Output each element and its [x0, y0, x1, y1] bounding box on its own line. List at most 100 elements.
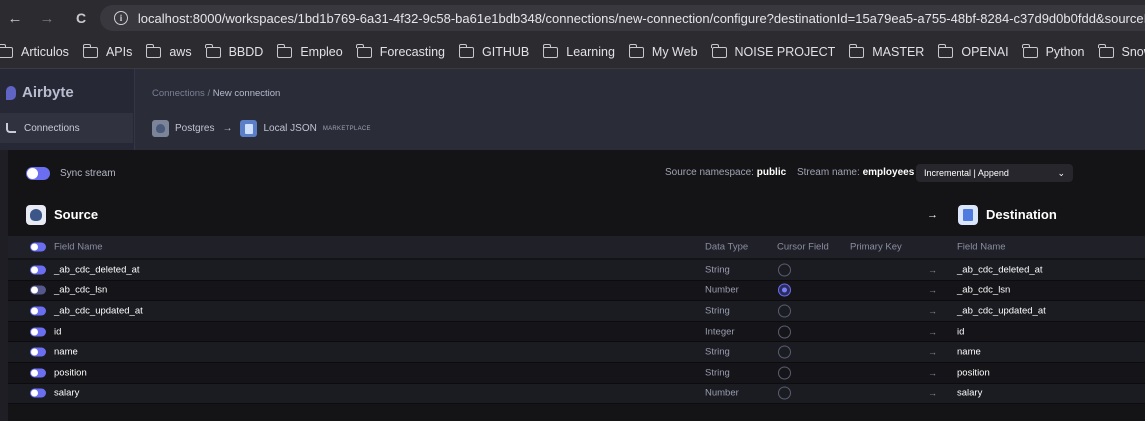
sidebar-item-connections[interactable]: Connections [0, 113, 133, 143]
sync-mode-select[interactable]: Incremental | Append ⌄ [916, 164, 1073, 182]
bookmark-folder[interactable]: Python [1022, 43, 1085, 59]
marketplace-badge: MARKETPLACE [322, 125, 371, 132]
select-all-fields-toggle[interactable] [30, 242, 46, 252]
field-sync-toggle[interactable] [30, 306, 46, 316]
bookmark-label: OPENAI [961, 45, 1009, 59]
field-sync-toggle[interactable] [30, 265, 46, 275]
table-row: id Integer → id [8, 321, 1145, 343]
postgres-icon [26, 205, 46, 225]
bookmark-folder[interactable]: My Web [628, 43, 698, 59]
bookmark-folder[interactable]: OPENAI [938, 43, 1009, 59]
field-sync-toggle[interactable] [30, 285, 46, 295]
folder-icon [82, 43, 98, 58]
cursor-field-radio[interactable] [778, 304, 791, 318]
field-sync-toggle[interactable] [30, 368, 46, 378]
arrow-right-icon: → [928, 388, 937, 399]
bookmark-folder[interactable]: BBDD [205, 43, 264, 59]
destination-heading: Destination [986, 207, 1057, 222]
arrow-right-icon: → [928, 326, 937, 337]
sync-stream-row: Sync stream Source namespace: public Str… [8, 160, 1145, 186]
sync-mode-value: Incremental | Append [924, 168, 1009, 178]
bookmark-label: BBDD [228, 45, 264, 59]
field-data-type: Number [705, 284, 739, 296]
connections-icon [6, 123, 16, 133]
reload-icon[interactable]: C [70, 7, 92, 29]
bookmark-folder[interactable]: Forecasting [356, 43, 446, 59]
sync-stream-toggle[interactable] [26, 166, 50, 180]
site-info-icon[interactable]: i [114, 11, 128, 25]
field-data-type: String [705, 264, 730, 276]
bookmark-folder[interactable]: Articulos [0, 43, 69, 59]
folder-icon [0, 43, 13, 58]
stream-name-value: employees [862, 167, 915, 178]
arrow-right-icon: → [928, 285, 937, 296]
bookmarks-bar: Articulos APIs aws BBDD Empleo Forecasti… [0, 36, 1145, 69]
bookmark-folder[interactable]: MASTER [848, 43, 925, 59]
source-destination-header: Source → Destination [8, 200, 1145, 230]
cursor-field-radio[interactable] [778, 386, 791, 400]
dest-field-name: position [957, 367, 990, 379]
source-heading: Source [54, 207, 99, 222]
cursor-field-radio[interactable] [778, 366, 791, 380]
bookmark-label: Python [1045, 45, 1085, 59]
local-json-icon [240, 120, 258, 137]
field-name: _ab_cdc_lsn [54, 284, 108, 296]
arrow-right-icon: → [222, 123, 233, 134]
bookmark-folder[interactable]: aws [146, 43, 192, 59]
brand-name: Airbyte [22, 84, 74, 101]
address-bar[interactable]: i localhost:8000/workspaces/1bd1b769-6a3… [100, 5, 1145, 31]
field-data-type: String [705, 367, 730, 379]
bookmark-folder[interactable]: GITHUB [458, 43, 530, 59]
folder-icon [356, 43, 372, 58]
bookmark-label: NOISE PROJECT [734, 45, 836, 59]
arrow-right-icon: → [927, 209, 938, 221]
field-sync-toggle[interactable] [30, 347, 46, 357]
source-name: Postgres [175, 123, 215, 134]
field-data-type: Integer [705, 326, 735, 338]
bookmark-folder[interactable]: APIs [82, 43, 132, 59]
bookmark-label: Forecasting [379, 45, 446, 59]
field-list: _ab_cdc_deleted_at String → _ab_cdc_dele… [8, 260, 1145, 405]
dest-field-name: _ab_cdc_updated_at [957, 305, 1046, 317]
field-data-type: String [705, 346, 730, 358]
destination-name: Local JSON [263, 123, 317, 134]
bookmark-label: Articulos [21, 45, 69, 59]
table-row: name String → name [8, 342, 1145, 363]
stream-meta: Source namespace: public Stream name: em… [665, 167, 914, 178]
url-text[interactable]: localhost:8000/workspaces/1bd1b769-6a31-… [138, 11, 1145, 26]
column-cursor-field: Cursor Field [777, 241, 829, 253]
bookmark-folder[interactable]: Learning [542, 43, 615, 59]
field-name: _ab_cdc_updated_at [54, 305, 143, 317]
field-name: _ab_cdc_deleted_at [54, 264, 140, 276]
folder-icon [1022, 43, 1038, 58]
folder-icon [1098, 43, 1114, 58]
dest-field-name: _ab_cdc_deleted_at [957, 264, 1043, 276]
cursor-field-radio[interactable] [778, 283, 791, 297]
cursor-field-radio[interactable] [778, 325, 791, 339]
column-primary-key: Primary Key [850, 241, 902, 253]
bookmark-folder[interactable]: Snowflake [1098, 43, 1145, 59]
breadcrumb-link-connections[interactable]: Connections [152, 88, 205, 99]
table-row: _ab_cdc_lsn Number → _ab_cdc_lsn [8, 280, 1145, 302]
breadcrumb-current: New connection [212, 88, 281, 99]
postgres-icon [152, 120, 169, 137]
field-name: salary [54, 387, 80, 399]
folder-icon [711, 43, 727, 58]
bookmark-label: MASTER [872, 45, 925, 59]
bookmark-folder[interactable]: Empleo [277, 43, 343, 59]
arrow-right-icon: → [928, 347, 937, 358]
cursor-field-radio[interactable] [778, 345, 791, 359]
bookmark-label: GITHUB [482, 45, 530, 59]
bookmark-folder[interactable]: NOISE PROJECT [711, 43, 836, 59]
forward-arrow-icon[interactable]: → [36, 7, 58, 29]
brand[interactable]: Airbyte [6, 84, 74, 101]
namespace-value: public [756, 167, 787, 178]
field-sync-toggle[interactable] [30, 388, 46, 398]
arrow-right-icon: → [928, 264, 937, 275]
breadcrumb: Connections / New connection [152, 88, 280, 99]
cursor-field-radio[interactable] [778, 263, 791, 277]
field-sync-toggle[interactable] [30, 327, 46, 337]
folder-icon [458, 43, 475, 58]
back-arrow-icon[interactable]: ← [4, 7, 26, 29]
column-dest-field-name: Field Name [957, 241, 1006, 253]
